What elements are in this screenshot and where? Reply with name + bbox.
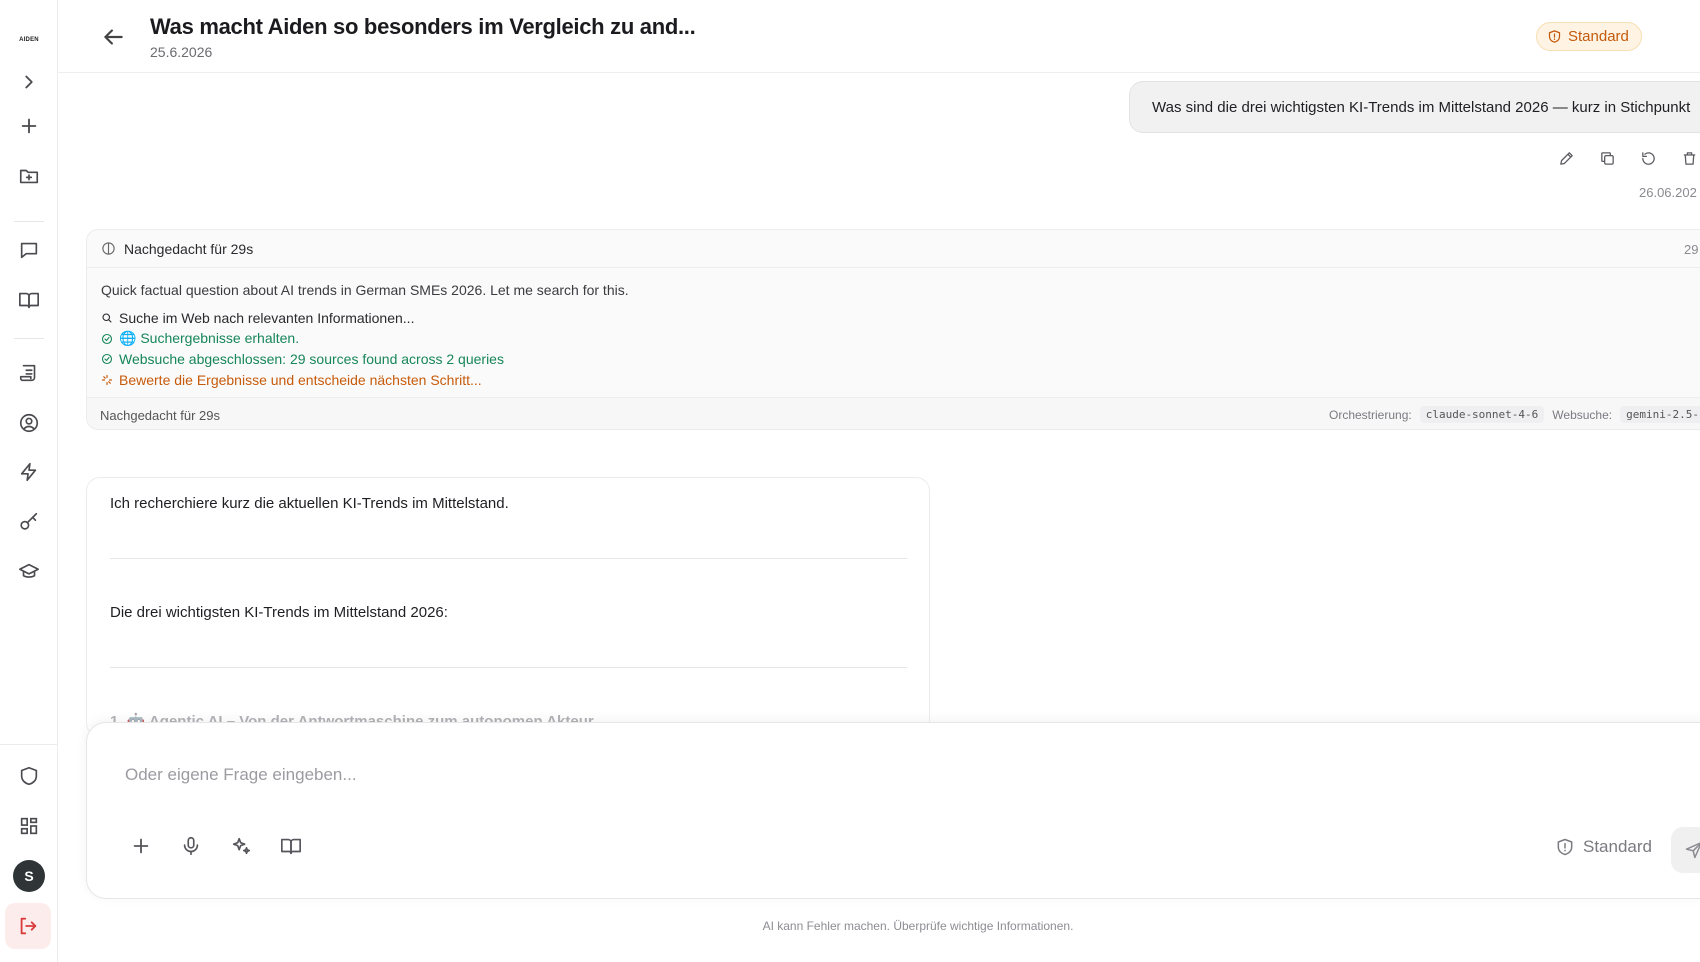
back-button[interactable] — [100, 24, 126, 50]
key-icon — [20, 512, 38, 530]
scroll-icon — [19, 364, 36, 382]
enhance-prompt-button[interactable] — [230, 835, 256, 861]
send-button[interactable] — [1671, 827, 1700, 873]
automations-button[interactable] — [9, 452, 49, 492]
send-icon — [1685, 842, 1700, 859]
thinking-footer: Nachgedacht für 29s Orchestrierung: clau… — [87, 397, 1700, 429]
search-icon — [102, 313, 112, 323]
copy-message-button[interactable] — [1599, 150, 1621, 172]
shield-alert-icon — [1548, 30, 1561, 43]
knowledge-base-button[interactable] — [280, 835, 306, 861]
thinking-step: Suche im Web nach relevanten Information… — [101, 308, 1700, 329]
apps-button[interactable] — [9, 806, 49, 846]
assistant-message: Ich recherchiere kurz die aktuellen KI-T… — [86, 477, 930, 737]
thinking-step: Websuche abgeschlossen: 29 sources found… — [101, 349, 1700, 370]
privacy-button[interactable] — [9, 756, 49, 796]
thinking-step: 🌐 Suchergebnisse erhalten. — [101, 329, 1700, 350]
pencil-icon — [1560, 152, 1573, 165]
edit-message-button[interactable] — [1558, 150, 1580, 172]
thinking-step-text: Websuche abgeschlossen: 29 sources found… — [119, 351, 504, 368]
chats-button[interactable] — [9, 230, 49, 270]
thinking-panel: Nachgedacht für 29s 29 Quick factual que… — [86, 229, 1700, 430]
plus-icon — [133, 838, 149, 854]
book-open-icon — [281, 838, 301, 855]
book-open-icon — [19, 292, 39, 309]
thinking-step: Bewerte die Ergebnisse und entscheide nä… — [101, 370, 1700, 391]
message-input[interactable] — [125, 765, 1425, 785]
academy-button[interactable] — [9, 552, 49, 592]
chevron-right-icon — [25, 75, 33, 89]
sidebar-rail: AIDEN S — [0, 0, 58, 962]
ai-disclaimer: AI kann Fehler machen. Überprüfe wichtig… — [762, 919, 1074, 933]
answer-divider — [110, 667, 907, 668]
thinking-footer-label: Nachgedacht für 29s — [100, 408, 220, 423]
attach-button[interactable] — [130, 835, 156, 861]
plus-icon — [21, 118, 37, 134]
thinking-header[interactable]: Nachgedacht für 29s — [87, 230, 1700, 268]
model-info: Orchestrierung: claude-sonnet-4-6 Websuc… — [1329, 406, 1700, 423]
thinking-question: Quick factual question about AI trends i… — [101, 282, 629, 298]
regenerate-button[interactable] — [1640, 150, 1662, 172]
chat-date: 25.6.2026 — [150, 44, 213, 60]
user-avatar[interactable]: S — [13, 860, 45, 892]
message-timestamp: 26.06.202 — [1639, 185, 1697, 200]
mode-badge-label: Standard — [1568, 28, 1629, 45]
answer-divider — [110, 558, 907, 559]
mode-selector[interactable]: Standard — [1555, 837, 1652, 857]
shield-alert-icon — [1557, 838, 1573, 856]
folder-plus-icon — [19, 169, 39, 184]
shield-icon — [20, 766, 38, 786]
thinking-step-text: Suche im Web nach relevanten Information… — [119, 310, 415, 327]
mode-selector-label: Standard — [1583, 837, 1652, 856]
expand-sidebar-button[interactable] — [9, 62, 49, 102]
user-message-text: Was sind die drei wichtigsten KI-Trends … — [1152, 99, 1691, 116]
knowledge-button[interactable] — [9, 280, 49, 320]
chat-header: Was macht Aiden so besonders im Vergleic… — [58, 0, 1700, 73]
graduation-cap-icon — [19, 563, 39, 578]
thinking-header-label: Nachgedacht für 29s — [124, 240, 254, 257]
chat-title: Was macht Aiden so besonders im Vergleic… — [150, 14, 696, 39]
check-circle-icon — [101, 333, 113, 344]
delete-message-button[interactable] — [1681, 150, 1700, 172]
lightning-icon — [20, 462, 37, 482]
sparkles-icon — [232, 837, 251, 855]
refresh-icon — [1642, 152, 1655, 165]
new-folder-button[interactable] — [9, 156, 49, 196]
chat-bubble-icon — [20, 242, 38, 259]
rail-divider — [14, 338, 44, 339]
answer-paragraph: Ich recherchiere kurz die aktuellen KI-T… — [110, 495, 509, 512]
assistants-button[interactable] — [9, 403, 49, 443]
websearch-model: gemini-2.5-f — [1620, 406, 1700, 423]
copy-icon — [1601, 152, 1614, 165]
answer-paragraph: Die drei wichtigsten KI-Trends im Mittel… — [110, 604, 448, 621]
thinking-step-text: 🌐 Suchergebnisse erhalten. — [119, 330, 300, 347]
check-circle-icon — [101, 354, 113, 365]
orchestration-model: claude-sonnet-4-6 — [1419, 406, 1545, 423]
rail-divider — [0, 744, 58, 745]
logo-text: AIDEN — [19, 37, 39, 43]
orchestration-label: Orchestrierung: — [1329, 407, 1412, 422]
new-chat-button[interactable] — [9, 106, 49, 146]
loader-icon — [101, 374, 113, 385]
arrow-left-icon — [104, 29, 123, 45]
thinking-step-text: Bewerte die Ergebnisse und entscheide nä… — [119, 371, 482, 388]
prompts-button[interactable] — [9, 353, 49, 393]
thinking-body: Quick factual question about AI trends i… — [87, 268, 1700, 390]
user-message-bubble: Was sind die drei wichtigsten KI-Trends … — [1129, 81, 1700, 133]
thinking-source-count: 29 — [1684, 242, 1699, 257]
api-keys-button[interactable] — [9, 502, 49, 542]
grid-icon — [20, 817, 38, 835]
trash-icon — [1683, 152, 1696, 165]
user-circle-icon — [19, 413, 39, 433]
rail-divider — [14, 221, 44, 222]
brain-icon — [102, 242, 115, 255]
mode-badge[interactable]: Standard — [1536, 22, 1642, 51]
voice-input-button[interactable] — [180, 835, 206, 861]
app-logo[interactable]: AIDEN — [9, 20, 49, 60]
websearch-label: Websuche: — [1552, 407, 1613, 422]
microphone-icon — [183, 836, 199, 856]
message-composer: Standard — [86, 722, 1700, 899]
